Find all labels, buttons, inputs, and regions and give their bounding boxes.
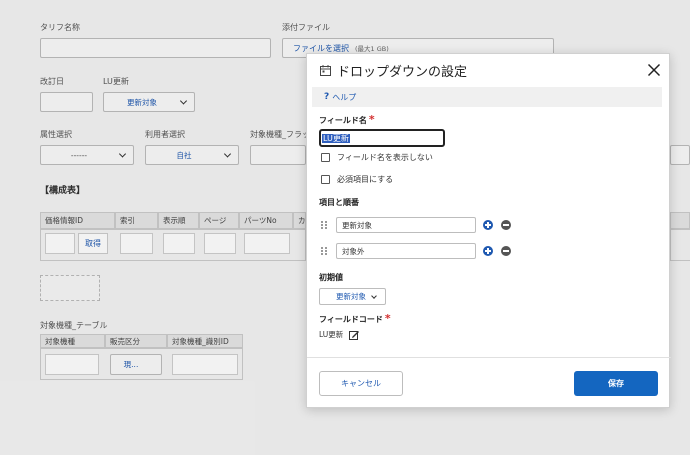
drag-handle-icon[interactable]	[321, 246, 327, 256]
calendar-icon	[320, 65, 331, 76]
remove-icon[interactable]	[501, 246, 511, 256]
field-code-label: フィールドコード *	[319, 312, 391, 325]
edit-icon[interactable]	[349, 330, 360, 340]
drag-handle-icon[interactable]	[321, 220, 327, 230]
item-input[interactable]: 更新対象	[336, 217, 476, 233]
items-label: 項目と順番	[319, 198, 359, 207]
default-value-select[interactable]: 更新対象	[319, 288, 386, 305]
close-icon[interactable]	[647, 63, 661, 77]
item-input[interactable]: 対象外	[336, 243, 476, 259]
default-value: 更新対象	[336, 292, 366, 301]
chevron-down-icon	[371, 293, 377, 299]
hide-label-checkbox[interactable]	[321, 153, 330, 162]
add-icon[interactable]	[483, 246, 493, 256]
field-name-input[interactable]: LU更新	[319, 129, 445, 147]
field-code-label-text: フィールドコード	[319, 315, 383, 324]
required-mark: *	[384, 312, 391, 325]
remove-icon[interactable]	[501, 220, 511, 230]
field-code-row: LU更新	[319, 329, 360, 340]
required-text: 必須項目にする	[337, 175, 394, 184]
list-item: 更新対象	[321, 217, 511, 233]
list-item: 対象外	[321, 243, 511, 259]
required-checkbox[interactable]	[321, 175, 330, 184]
dialog-title: ドロップダウンの設定	[337, 65, 468, 80]
required-mark: *	[368, 113, 375, 126]
footer-divider	[307, 357, 671, 358]
save-button[interactable]: 保存	[574, 371, 658, 396]
hide-label-option[interactable]: フィールド名を表示しない	[321, 152, 433, 163]
dropdown-settings-dialog: ドロップダウンの設定 ? ヘルプ フィールド名 * LU更新 フィールド名を表示し…	[306, 53, 671, 408]
field-name-value: LU更新	[322, 134, 350, 143]
help-link[interactable]: ? ヘルプ	[312, 87, 662, 107]
required-option[interactable]: 必須項目にする	[321, 174, 393, 185]
add-icon[interactable]	[483, 220, 493, 230]
field-name-label: フィールド名 *	[319, 113, 375, 126]
field-code-value: LU更新	[319, 330, 344, 339]
help-label: ヘルプ	[332, 92, 357, 102]
field-name-label-text: フィールド名	[319, 116, 367, 125]
help-icon: ?	[324, 92, 330, 102]
cancel-button[interactable]: キャンセル	[319, 371, 403, 396]
hide-label-text: フィールド名を表示しない	[337, 153, 433, 162]
default-label: 初期値	[319, 273, 343, 282]
dialog-header: ドロップダウンの設定	[307, 54, 671, 87]
